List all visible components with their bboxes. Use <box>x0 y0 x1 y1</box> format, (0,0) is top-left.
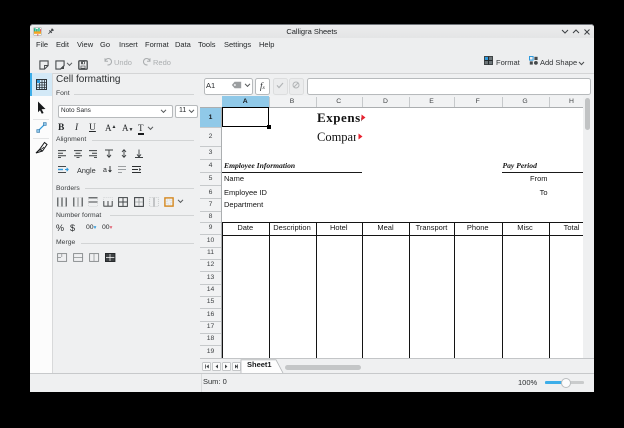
svg-text:a: a <box>103 167 107 174</box>
